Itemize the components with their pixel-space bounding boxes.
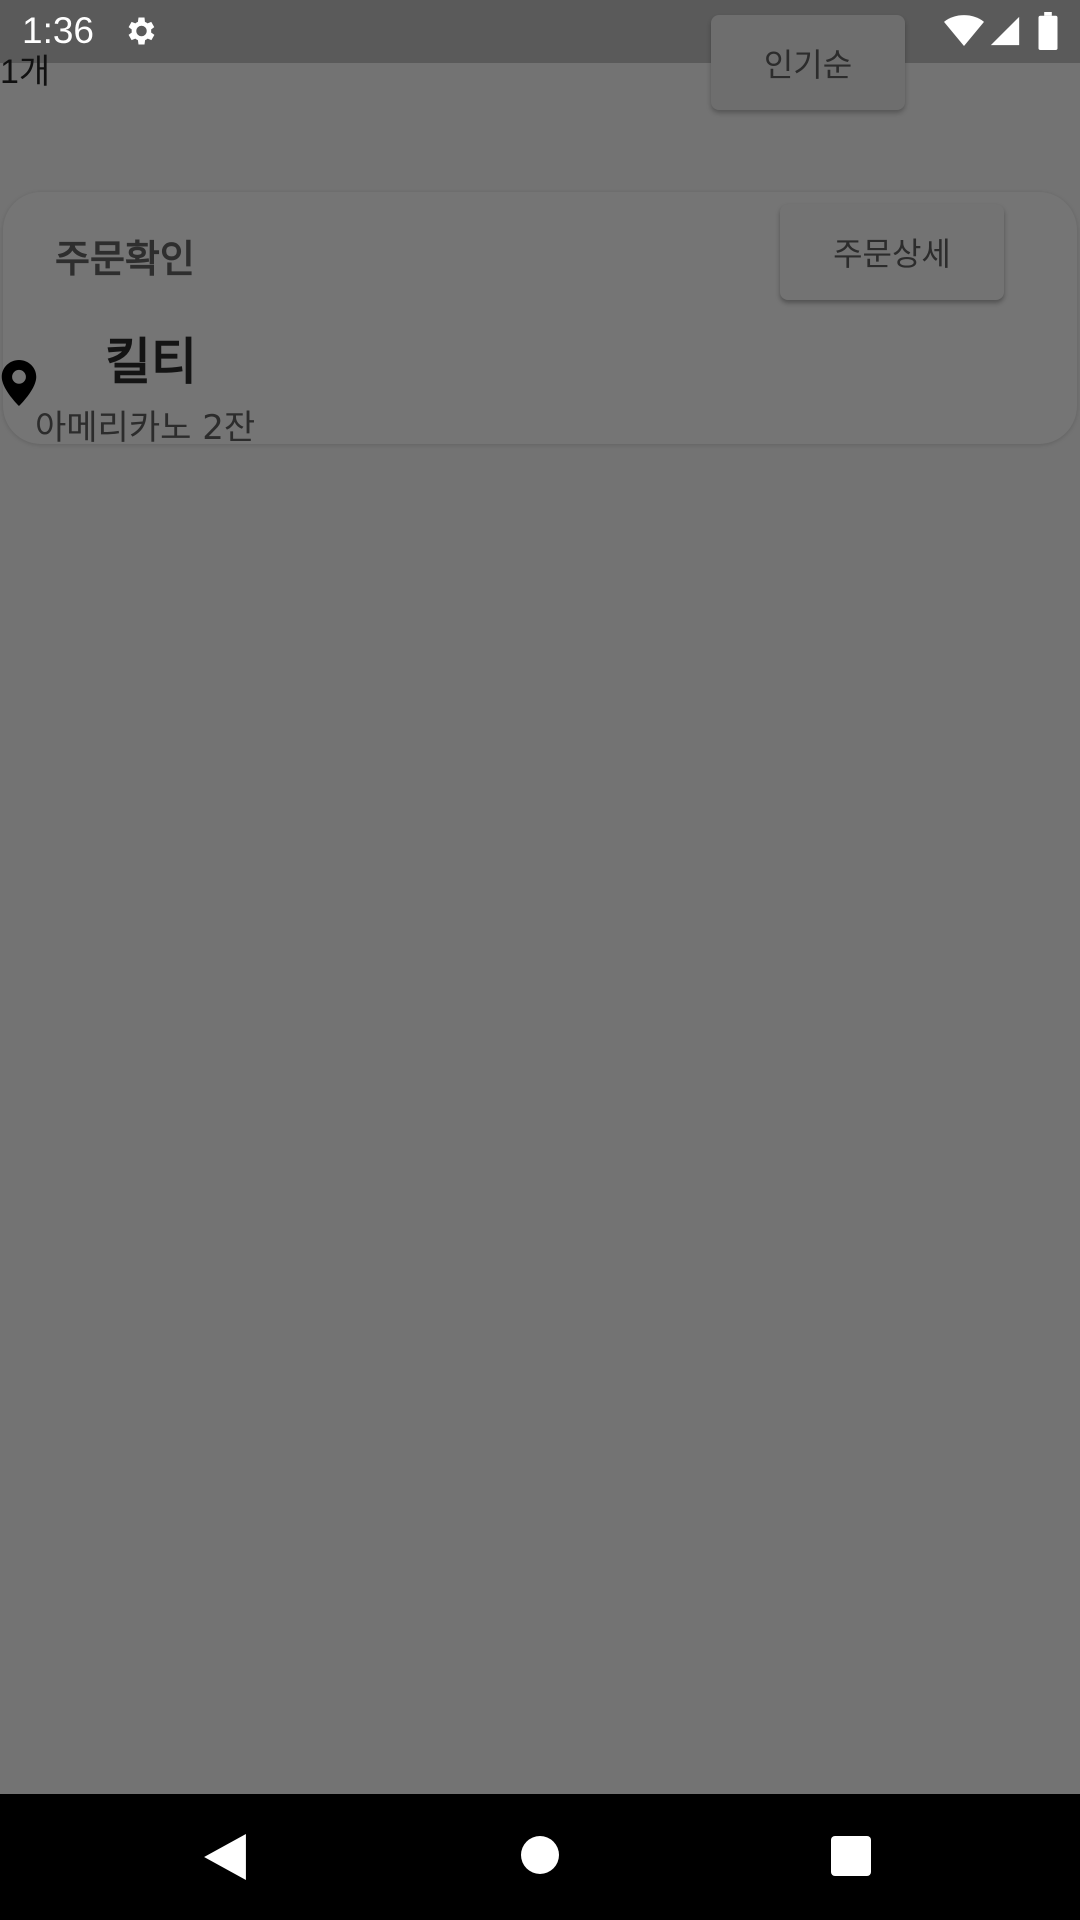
home-icon[interactable] <box>521 1836 559 1874</box>
navigation-bar <box>0 1794 1080 1920</box>
item-count-label: 1개 <box>0 53 51 91</box>
recent-apps-icon[interactable] <box>831 1836 871 1876</box>
gear-icon <box>128 17 155 45</box>
order-items-text: 아메리카노 2잔 <box>35 408 256 448</box>
back-icon[interactable] <box>204 1834 246 1880</box>
location-pin-icon <box>1 360 37 406</box>
sort-popular-button[interactable]: 인기순 <box>711 15 905 110</box>
wifi-icon <box>944 15 984 46</box>
card-title: 주문확인 <box>55 237 195 281</box>
order-detail-button[interactable]: 주문상세 <box>780 204 1004 300</box>
status-bar: 1:36 <box>0 0 1080 63</box>
battery-icon <box>1038 12 1058 50</box>
order-confirm-card: 주문확인 주문상세 킬티 아메리카노 2잔 <box>1 192 1077 448</box>
shop-name: 킬티 <box>105 333 197 391</box>
signal-icon <box>990 16 1020 46</box>
